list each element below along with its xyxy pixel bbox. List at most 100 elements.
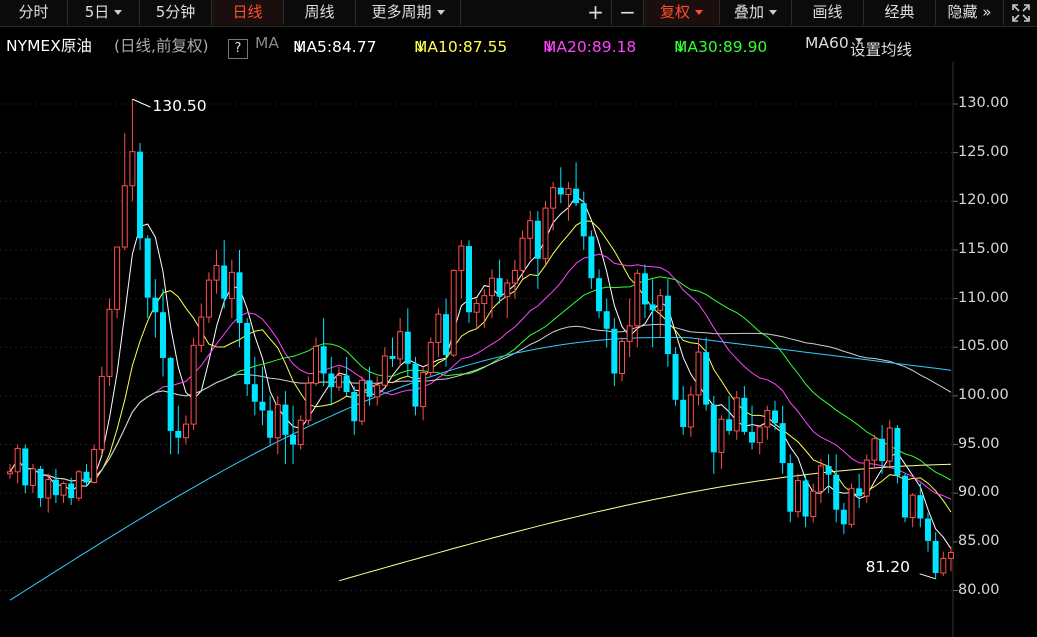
tab-label: 周线 bbox=[304, 3, 335, 21]
ma20-text: MA20:89.18 bbox=[543, 38, 637, 56]
zoom-in-icon: + bbox=[587, 0, 604, 24]
candle-body-up bbox=[358, 379, 365, 422]
candle-body-up bbox=[473, 302, 480, 313]
tab-intraday[interactable]: 分时 bbox=[0, 0, 68, 25]
candle-body-down bbox=[267, 410, 274, 438]
candle-body-up bbox=[947, 552, 954, 559]
candle-body-down bbox=[573, 188, 580, 204]
candle-body-down bbox=[856, 488, 863, 497]
adjust-dropdown[interactable]: 复权 bbox=[644, 0, 720, 25]
candle-body-up bbox=[940, 557, 947, 574]
arrow-down-icon: ↓ bbox=[293, 38, 306, 56]
candle-body-down bbox=[779, 423, 786, 464]
tab-label: 隐藏 bbox=[947, 3, 978, 21]
candle-body-down bbox=[879, 438, 886, 462]
candle-body-down bbox=[680, 399, 687, 428]
tab-label: 日线 bbox=[232, 3, 263, 21]
expand-icon bbox=[1011, 4, 1030, 22]
ma10-line bbox=[9, 220, 952, 513]
period-toolbar: 分时 5日 5分钟 日线 周线 更多周期 + − 复权 叠加 画线 经典 隐藏 … bbox=[0, 0, 1037, 27]
y-tick-label: 110.00 bbox=[958, 289, 1009, 306]
candle-body-up bbox=[14, 447, 21, 473]
double-chevron-right-icon: » bbox=[982, 3, 992, 21]
tab-five-day[interactable]: 5日 bbox=[68, 0, 140, 25]
candle-body-up bbox=[274, 404, 281, 439]
zoom-out-button[interactable]: − bbox=[612, 0, 644, 25]
candle-body-down bbox=[83, 471, 90, 483]
candle-body-up bbox=[297, 419, 304, 446]
y-tick-label: 115.00 bbox=[958, 240, 1009, 257]
low-price-label: 81.20 bbox=[865, 557, 911, 576]
candle-body-down bbox=[144, 238, 151, 298]
candle-body-down bbox=[902, 475, 909, 518]
candle-body-up bbox=[7, 471, 13, 475]
candle-body-down bbox=[894, 428, 901, 476]
candle-body-down bbox=[772, 410, 778, 424]
candle-body-up bbox=[75, 471, 82, 499]
candle-body-up bbox=[29, 468, 36, 486]
tab-more-periods[interactable]: 更多周期 bbox=[356, 0, 461, 25]
candle-body-down bbox=[320, 346, 327, 374]
candle-body-up bbox=[420, 372, 427, 408]
candle-body-down bbox=[664, 295, 671, 355]
tab-five-minute[interactable]: 5分钟 bbox=[140, 0, 212, 25]
y-tick-label: 85.00 bbox=[958, 532, 1000, 549]
candle-body-up bbox=[190, 344, 197, 425]
candle-body-down bbox=[152, 297, 159, 313]
candle-body-up bbox=[305, 382, 312, 421]
candle-body-down bbox=[833, 474, 840, 510]
candle-body-down bbox=[580, 203, 587, 237]
candle-body-down bbox=[611, 328, 618, 374]
chevron-down-icon bbox=[695, 10, 703, 15]
candle-body-up bbox=[381, 355, 388, 386]
ma5-line bbox=[9, 195, 952, 549]
candle-body-up bbox=[114, 246, 121, 310]
arrow-down-icon: ↓ bbox=[674, 38, 687, 56]
candle-body-down bbox=[802, 480, 809, 517]
candle-body-up bbox=[450, 269, 457, 356]
zoom-in-button[interactable]: + bbox=[580, 0, 612, 25]
candle-body-down bbox=[588, 236, 595, 279]
candle-body-up bbox=[106, 308, 113, 377]
candle-body-up bbox=[397, 331, 404, 360]
candle-body-down bbox=[52, 479, 59, 496]
candle-body-up bbox=[718, 418, 725, 453]
candlestick-chart[interactable] bbox=[0, 62, 1037, 637]
tab-daily[interactable]: 日线 bbox=[212, 0, 284, 25]
y-tick-label: 95.00 bbox=[958, 435, 1000, 452]
candle-body-up bbox=[205, 279, 212, 318]
candle-body-down bbox=[175, 430, 182, 438]
candle-body-up bbox=[542, 207, 549, 260]
fullscreen-button[interactable] bbox=[1004, 0, 1037, 25]
candle-body-up bbox=[213, 265, 220, 281]
candle-body-down bbox=[649, 304, 656, 311]
y-tick-label: 120.00 bbox=[958, 192, 1009, 209]
ma120-line bbox=[9, 337, 952, 601]
overlay-dropdown[interactable]: 叠加 bbox=[720, 0, 792, 25]
candle-body-up bbox=[228, 271, 235, 300]
candle-body-up bbox=[488, 277, 495, 297]
low-marker-line bbox=[919, 573, 936, 580]
y-tick-label: 80.00 bbox=[958, 581, 1000, 598]
y-tick-label: 125.00 bbox=[958, 143, 1009, 160]
candle-body-down bbox=[328, 373, 335, 388]
hide-button[interactable]: 隐藏 » bbox=[936, 0, 1004, 25]
tab-weekly[interactable]: 周线 bbox=[284, 0, 356, 25]
candle-body-up bbox=[886, 427, 893, 462]
candle-body-down bbox=[443, 314, 450, 356]
indicator-bar: NYMEX原油 (日线,前复权) ? MA MA5:84.77 ↓ MA10:8… bbox=[0, 30, 945, 60]
candle-body-down bbox=[37, 468, 44, 499]
ma60-value: MA60 bbox=[805, 34, 849, 52]
ma-label: MA bbox=[255, 34, 279, 52]
draw-line-button[interactable]: 画线 bbox=[792, 0, 864, 25]
candle-body-up bbox=[527, 220, 534, 239]
candle-body-down bbox=[932, 540, 939, 573]
candle-body-up bbox=[519, 237, 526, 271]
candle-body-down bbox=[749, 431, 756, 443]
candle-body-up bbox=[91, 448, 98, 483]
tab-label: 更多周期 bbox=[371, 3, 432, 21]
candle-body-down bbox=[282, 404, 289, 435]
classic-button[interactable]: 经典 bbox=[864, 0, 936, 25]
candle-body-up bbox=[863, 459, 870, 497]
candle-body-down bbox=[466, 246, 472, 313]
